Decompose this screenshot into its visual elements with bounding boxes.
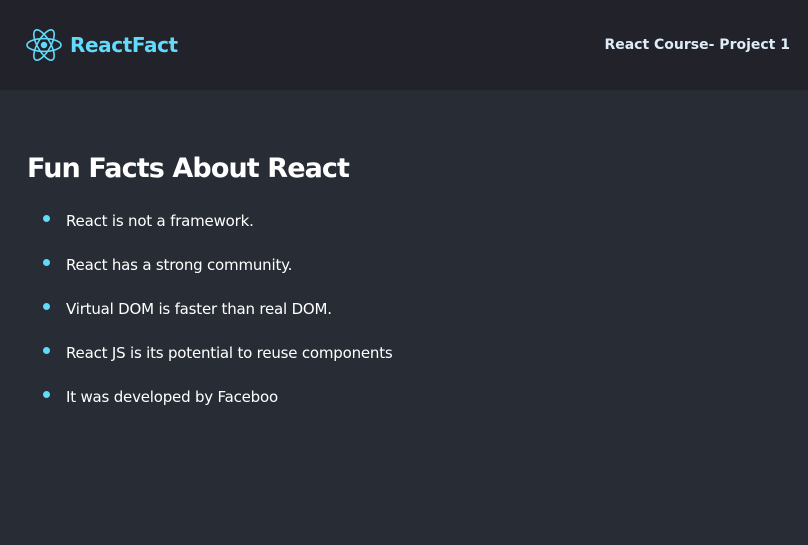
bullet-icon <box>43 347 50 354</box>
fact-text: It was developed by Faceboo <box>66 388 278 406</box>
fact-text: React JS is its potential to reuse compo… <box>66 344 393 362</box>
page-title: Fun Facts About React <box>27 153 350 184</box>
list-item: React has a strong community. <box>43 255 781 299</box>
brand-name: ReactFact <box>70 33 178 57</box>
main-content: Fun Facts About React React is not a fra… <box>0 90 808 431</box>
list-item: React JS is its potential to reuse compo… <box>43 343 781 387</box>
facts-list: React is not a framework. React has a st… <box>27 211 781 431</box>
react-atom-icon <box>26 29 62 61</box>
list-item: It was developed by Faceboo <box>43 387 781 431</box>
bullet-icon <box>43 391 50 398</box>
list-item: React is not a framework. <box>43 211 781 255</box>
bullet-icon <box>43 303 50 310</box>
fact-text: React has a strong community. <box>66 256 293 274</box>
bullet-icon <box>43 215 50 222</box>
navbar: ReactFact React Course- Project 1 <box>0 0 808 90</box>
nav-title: React Course- Project 1 <box>604 37 790 53</box>
fact-text: Virtual DOM is faster than real DOM. <box>66 300 332 318</box>
bullet-icon <box>43 259 50 266</box>
list-item: Virtual DOM is faster than real DOM. <box>43 299 781 343</box>
brand[interactable]: ReactFact <box>25 27 178 63</box>
fact-text: React is not a framework. <box>66 212 254 230</box>
